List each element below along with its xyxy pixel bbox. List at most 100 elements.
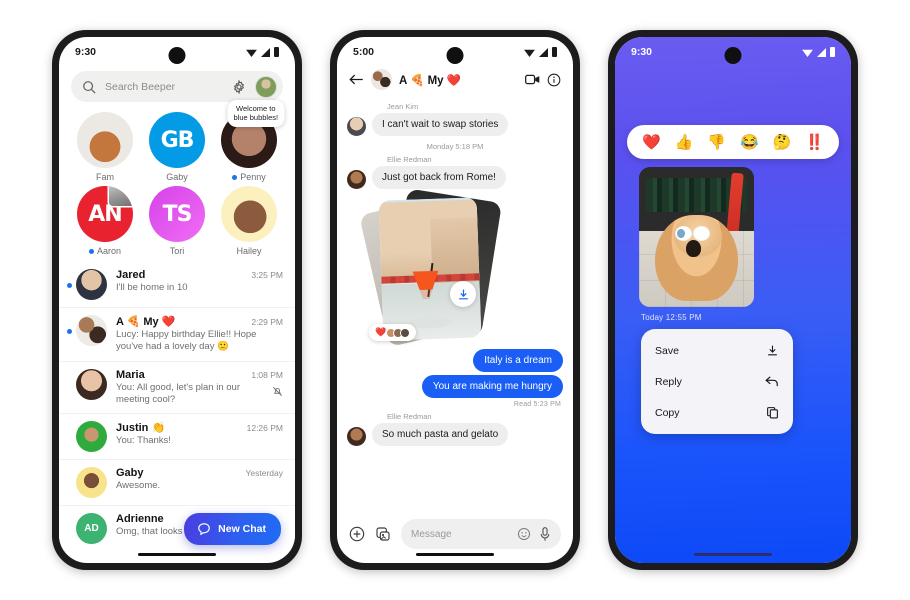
battery-icon [830,47,835,57]
table-row[interactable]: A 🍕 My ❤️ 2:29 PM Lucy: Happy birthday E… [59,307,295,361]
menu-label: Copy [655,406,680,419]
phone3-screen: 9:30 ❤️ 👍 👎 😂 🤔 ‼️ Today 12:55 PM Save R… [615,37,851,563]
reaction-thumbs-up[interactable]: 👍 [675,133,694,151]
story-avatar: GB [149,112,205,168]
story-name: Gaby [166,172,188,182]
phone-conversation: 5:00 A 🍕 My ❤️ Jean Kim I can't wait to … [330,30,580,570]
wifi-icon [802,49,813,57]
unread-dot-icon [88,248,94,254]
story-avatar: AN [77,186,133,242]
menu-item-copy[interactable]: Copy [641,397,793,428]
emoji-icon[interactable] [517,527,531,541]
info-icon[interactable] [547,73,561,87]
chat-body: Justin 👏 12:26 PM You: Thanks! [116,421,283,447]
download-button[interactable] [450,281,476,307]
message-row: So much pasta and gelato [347,423,563,446]
menu-label: Reply [655,375,682,388]
reaction-thinking[interactable]: 🤔 [773,133,792,151]
message-bubble[interactable]: You are making me hungry [421,375,563,398]
camera-punchhole [446,47,464,64]
phone1-screen: 9:30 Search Beeper Fam GB Gaby Welcome t… [59,37,295,563]
table-row[interactable]: Maria 1:08 PM You: All good, let's plan … [59,360,295,414]
status-time: 9:30 [631,46,653,58]
unread-dot-icon [67,329,72,334]
chat-name: A 🍕 My ❤️ [116,316,176,328]
gear-icon[interactable] [232,79,246,94]
download-icon [458,289,468,299]
story-label: Tori [170,246,185,256]
message-bubble[interactable]: Just got back from Rome! [372,166,506,189]
group-avatar[interactable] [371,69,392,90]
table-row[interactable]: Gaby Yesterday Awesome. [59,459,295,505]
table-row[interactable]: Justin 👏 12:26 PM You: Thanks! [59,413,295,459]
reaction-laughing[interactable]: 😂 [740,133,759,151]
story-name: Tori [169,246,185,256]
story-label: Fam [96,172,114,182]
status-icons [246,47,279,57]
avatar [347,427,366,446]
search-placeholder: Search Beeper [105,80,176,93]
reaction-exclamation[interactable]: ‼️ [805,133,824,151]
menu-item-reply[interactable]: Reply [641,366,793,397]
search-input[interactable]: Search Beeper [71,71,283,102]
story-item[interactable]: TS Tori [141,186,213,256]
context-menu: Save Reply Copy [641,329,793,434]
reaction-emoji: ❤️ [375,327,387,337]
chat-body: Jared 3:25 PM I'll be home in 10 [116,269,283,294]
signal-icon [539,47,548,57]
story-item-penny[interactable]: Welcome to blue bubbles! Penny [213,100,285,182]
story-item[interactable]: Hailey [213,186,285,256]
story-label: Gaby [166,172,188,182]
message-bubble[interactable]: So much pasta and gelato [372,423,509,446]
plus-icon[interactable] [349,526,365,542]
microphone-icon[interactable] [539,526,551,542]
phone-chat-list: 9:30 Search Beeper Fam GB Gaby Welcome t… [52,30,302,570]
gallery-icon[interactable] [375,526,391,542]
story-item[interactable]: GB Gaby [141,112,213,182]
table-row[interactable]: Jared 3:25 PM I'll be home in 10 [59,262,295,307]
camera-punchhole [724,47,742,64]
stories-grid: Fam GB Gaby Welcome to blue bubbles! Penn… [59,100,295,262]
menu-item-save[interactable]: Save [641,335,793,366]
dog-photo[interactable] [639,167,754,307]
chat-list: Jared 3:25 PM I'll be home in 10 A 🍕 My … [59,262,295,552]
home-indicator [694,553,772,556]
profile-avatar[interactable] [255,75,277,98]
avatar [76,421,107,453]
chat-name: Justin 👏 [116,422,166,435]
story-item[interactable]: AN Aaron [69,186,141,256]
message-placeholder: Message [411,528,452,540]
message-input[interactable]: Message [401,519,561,549]
message-composer: Message [337,519,573,549]
reaction-heart[interactable]: ❤️ [642,133,661,151]
video-call-icon[interactable] [525,74,540,85]
avatar [76,269,107,300]
message-sender: Jean Kim [387,102,419,111]
message-sender: Ellie Redman [387,412,432,421]
chat-time: 2:29 PM [251,317,283,327]
chat-top-line: Justin 👏 12:26 PM [116,421,283,434]
photo-attachment-stack[interactable]: ❤️ [359,188,502,347]
conversation-header: A 🍕 My ❤️ [337,67,573,98]
back-arrow-icon[interactable] [349,73,364,86]
chat-top-line: A 🍕 My ❤️ 2:29 PM [116,315,283,328]
welcome-tooltip: Welcome to blue bubbles! [227,100,285,127]
battery-icon [552,47,557,57]
photo-timestamp: Today 12:55 PM [641,313,702,322]
chat-time: 1:08 PM [251,369,283,380]
story-label: Penny [232,172,266,182]
story-thumbnail-overlay [109,186,133,206]
message-bubble[interactable]: I can't wait to swap stories [372,113,509,136]
status-time: 9:30 [75,46,97,58]
chat-name: Maria [116,368,145,381]
new-chat-button[interactable]: New Chat [184,513,281,545]
chat-preview: Lucy: Happy birthday Ellie!! Hope you've… [116,329,257,353]
copy-icon [767,407,778,419]
home-indicator [138,553,216,556]
reaction-picker[interactable]: ❤️ 👍 👎 😂 🤔 ‼️ [627,125,839,159]
message-bubble[interactable]: Italy is a dream [473,349,563,372]
reaction-thumbs-down[interactable]: 👎 [707,133,726,151]
reaction-badge[interactable]: ❤️ [369,324,417,341]
story-item[interactable]: Fam [69,112,141,182]
chat-body: Maria 1:08 PM You: All good, let's plan … [116,369,283,407]
